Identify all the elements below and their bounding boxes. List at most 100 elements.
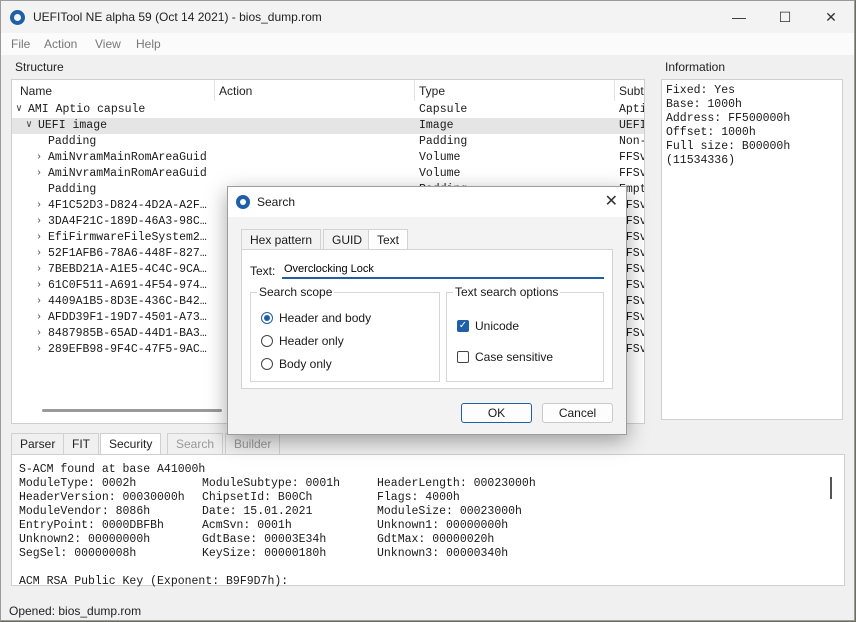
tab-text[interactable]: Text [368, 229, 409, 251]
tree-row[interactable]: ∨ AMI Aptio capsule Capsule Apti [12, 102, 644, 118]
security-field: Unknown2: 00000000h [19, 533, 151, 546]
column-header-name[interactable]: Name [20, 82, 52, 100]
menu-help[interactable]: Help [136, 37, 161, 51]
horizontal-scrollbar[interactable] [42, 409, 222, 412]
app-gear-icon [10, 10, 25, 25]
radio-label: Body only [279, 357, 332, 371]
column-header-action[interactable]: Action [219, 82, 252, 100]
security-field: ModuleSize: 00023000h [377, 505, 522, 518]
expand-chevron-icon[interactable]: › [34, 214, 44, 230]
security-row: HeaderVersion: 00030000h ChipsetId: B00Ch… [19, 491, 460, 505]
info-line: Fixed: Yes [666, 84, 736, 97]
minimize-button[interactable]: — [716, 1, 762, 33]
security-row: EntryPoint: 0000DBFBh AcmSvn: 0001h Unknow… [19, 519, 508, 533]
security-text: S-ACM found at base A41000h ModuleType: … [19, 463, 536, 589]
security-field: AcmSvn: 0001h [202, 519, 292, 532]
unicode-checkbox[interactable]: ✓ [457, 320, 469, 332]
security-row: SegSel: 00000008h KeySize: 00000180h Unkno… [19, 547, 508, 561]
tree-cell-name: AmiNvramMainRomAreaGuid [48, 151, 207, 164]
tab-fit[interactable]: FIT [63, 433, 99, 454]
expand-chevron-icon[interactable]: › [34, 342, 44, 358]
tab-search[interactable]: Search [167, 433, 224, 454]
menu-view[interactable]: View [95, 37, 121, 51]
security-field: ModuleSubtype: 0001h [202, 477, 341, 490]
expand-chevron-icon[interactable]: ∨ [14, 102, 24, 118]
dialog-close-button[interactable]: ✕ [605, 191, 618, 211]
tree-cell-name: AMI Aptio capsule [28, 103, 146, 116]
security-field: Unknown1: 00000000h [377, 519, 509, 532]
security-field: KeySize: 00000180h [202, 547, 327, 560]
tab-builder[interactable]: Builder [225, 433, 281, 454]
text-options-group: Text search options ✓ Unicode Case sensi… [446, 285, 604, 382]
security-rows: ModuleType: 0002h ModuleSubtype: 0001h Hea… [19, 477, 536, 561]
menu-bar: File Action View Help [1, 33, 854, 55]
column-header-type[interactable]: Type [419, 82, 445, 100]
expand-chevron-icon[interactable]: › [34, 326, 44, 342]
column-header-subtype[interactable]: Subt [619, 82, 644, 100]
expand-chevron-icon[interactable]: › [34, 310, 44, 326]
expand-chevron-icon[interactable]: › [34, 246, 44, 262]
column-separator [614, 80, 615, 101]
info-line: (11534336) [666, 154, 736, 167]
expand-chevron-icon[interactable]: › [34, 278, 44, 294]
tree-cell-subtype: FFSv [619, 167, 645, 180]
text-label: Text: [250, 264, 276, 278]
menu-action[interactable]: Action [44, 37, 77, 51]
tree-cell-subtype: Non- [619, 135, 645, 148]
expand-chevron-icon[interactable]: › [34, 198, 44, 214]
tree-cell-subtype: UEFI [619, 119, 645, 132]
menu-file[interactable]: File [11, 37, 30, 51]
maximize-button[interactable]: ☐ [762, 1, 808, 33]
security-field: GdtBase: 00003E34h [202, 533, 327, 546]
ok-button[interactable]: OK [461, 403, 532, 423]
tree-cell-name: 61C0F511-A691-4F54-974… [48, 279, 207, 292]
search-scope-group: Search scope Header and body Header only… [250, 285, 440, 382]
title-bar: UEFITool NE alpha 59 (Oct 14 2021) - bio… [1, 1, 854, 33]
tree-cell-name: Padding [48, 135, 97, 148]
security-header: S-ACM found at base A41000h [19, 463, 206, 476]
tree-cell-type: Capsule [419, 103, 468, 116]
expand-chevron-icon[interactable]: › [34, 150, 44, 166]
text-options-title: Text search options [453, 285, 561, 299]
expand-chevron-icon[interactable]: › [34, 262, 44, 278]
dialog-title: Search [257, 195, 296, 209]
unicode-label: Unicode [475, 319, 520, 333]
expand-chevron-icon[interactable]: › [34, 294, 44, 310]
cancel-button[interactable]: Cancel [542, 403, 613, 423]
tree-cell-subtype: Apti [619, 103, 645, 116]
column-separator [414, 80, 415, 101]
security-row: ModuleType: 0002h ModuleSubtype: 0001h Hea… [19, 477, 536, 491]
tree-row[interactable]: Padding Padding Non- [12, 134, 644, 150]
tree-cell-name: AmiNvramMainRomAreaGuid [48, 167, 207, 180]
tab-hex-pattern[interactable]: Hex pattern [241, 229, 322, 250]
tree-cell-name: EfiFirmwareFileSystem2… [48, 231, 207, 244]
security-field: ModuleType: 0002h [19, 477, 137, 490]
expand-chevron-icon[interactable]: › [34, 166, 44, 182]
tree-cell-name: 8487985B-65AD-44D1-BA3… [48, 327, 207, 340]
window-title: UEFITool NE alpha 59 (Oct 14 2021) - bio… [33, 10, 322, 24]
tab-parser[interactable]: Parser [11, 433, 65, 454]
tree-row[interactable]: › AmiNvramMainRomAreaGuid Volume FFSv [12, 150, 644, 166]
radio-body-only[interactable] [261, 358, 273, 370]
case-sensitive-label: Case sensitive [475, 350, 554, 364]
expand-chevron-icon[interactable]: › [34, 230, 44, 246]
expand-chevron-icon[interactable]: ∨ [24, 118, 34, 134]
radio-header-and-body[interactable] [261, 312, 273, 324]
tab-guid[interactable]: GUID [323, 229, 371, 250]
tree-row[interactable]: › AmiNvramMainRomAreaGuid Volume FFSv [12, 166, 644, 182]
security-field: HeaderLength: 00023000h [377, 477, 536, 490]
tab-security[interactable]: Security [100, 433, 162, 455]
tree-cell-type: Volume [419, 151, 461, 164]
close-button[interactable]: ✕ [808, 1, 854, 33]
radio-header-only[interactable] [261, 335, 273, 347]
info-line: Base: 1000h [666, 98, 742, 111]
tree-cell-name: 52F1AFB6-78A6-448F-827… [48, 247, 207, 260]
tree-row[interactable]: ∨ UEFI image Image UEFI [12, 118, 644, 134]
search-text-input[interactable] [282, 260, 604, 279]
tree-cell-type: Image [419, 119, 454, 132]
tree-cell-name: 3DA4F21C-189D-46A3-98C… [48, 215, 207, 228]
security-field: GdtMax: 00000020h [377, 533, 495, 546]
vertical-scrollbar[interactable] [830, 477, 832, 499]
tree-cell-name: UEFI image [38, 119, 108, 132]
case-sensitive-checkbox[interactable] [457, 351, 469, 363]
